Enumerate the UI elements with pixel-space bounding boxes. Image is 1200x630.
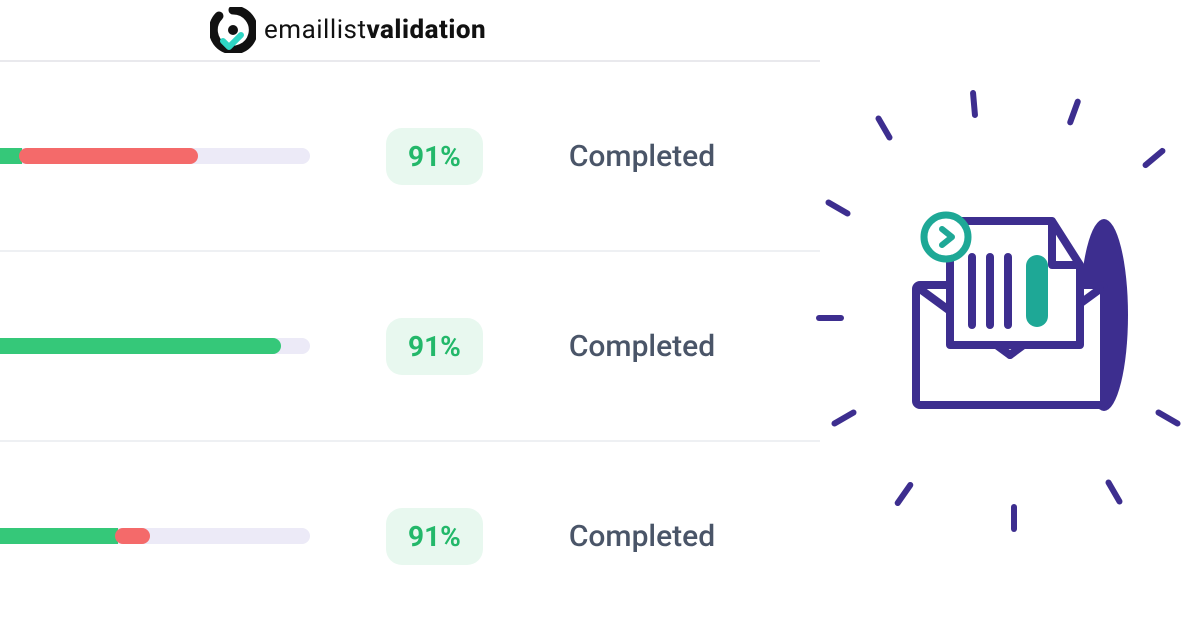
validation-row: 91% Completed (0, 252, 820, 442)
progress-bar (0, 148, 310, 164)
validation-row: 91% Completed (0, 62, 820, 252)
percent-badge: 91% (386, 508, 483, 565)
validation-rows: 91% Completed 91% Completed (0, 62, 820, 630)
brand-part2: validation (366, 15, 486, 45)
brand-text: emaillistvalidation (264, 15, 486, 45)
brand-mark-icon (210, 7, 256, 53)
percent-badge: 91% (386, 128, 483, 185)
status-label: Completed (569, 519, 715, 554)
header: emaillistvalidation (0, 0, 820, 60)
status-label: Completed (569, 329, 715, 364)
progress-bar (0, 528, 310, 544)
mail-validation-illustration-icon (830, 105, 1190, 525)
brand-part1: emaillist (264, 15, 366, 45)
main-panel: emaillistvalidation 91% Completed (0, 0, 820, 630)
validation-row: 91% Completed (0, 442, 820, 630)
percent-badge: 91% (386, 318, 483, 375)
status-label: Completed (569, 139, 715, 174)
illustration-panel (820, 0, 1200, 630)
envelope-icon (880, 195, 1140, 435)
progress-bar (0, 338, 310, 354)
brand-logo: emaillistvalidation (210, 7, 486, 53)
page: emaillistvalidation 91% Completed (0, 0, 1200, 630)
